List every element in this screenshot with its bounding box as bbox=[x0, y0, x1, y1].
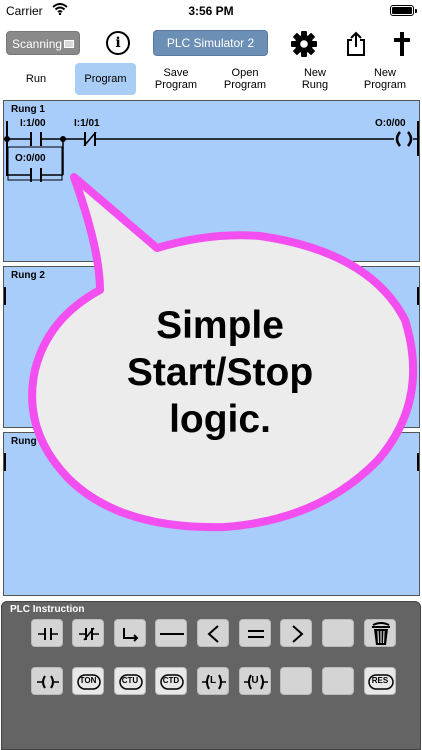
rung-3-right-rail bbox=[417, 453, 419, 471]
simulator-title[interactable]: PLC Simulator 2 bbox=[153, 30, 268, 56]
callout-line-1: Simple bbox=[156, 304, 284, 347]
wire-icon bbox=[160, 633, 184, 635]
mode-bar: Run Program Save Program Open Program Ne… bbox=[0, 63, 422, 95]
rung-2-label: Rung 2 bbox=[11, 270, 45, 281]
run-button[interactable]: Run bbox=[8, 63, 64, 95]
new-rung-label-2: Rung bbox=[301, 79, 329, 91]
callout-text: Simple Start/Stop logic. bbox=[60, 302, 380, 443]
clock: 3:56 PM bbox=[188, 4, 234, 18]
empty-slot-2 bbox=[280, 667, 312, 695]
coil-button[interactable] bbox=[31, 667, 63, 695]
coil-icon bbox=[37, 675, 59, 689]
ton-label: TON bbox=[79, 676, 97, 685]
empty-slot-1 bbox=[322, 619, 354, 647]
branch-button[interactable] bbox=[114, 619, 146, 647]
equal-button[interactable] bbox=[239, 619, 271, 647]
ctd-button[interactable]: CTD bbox=[155, 667, 187, 695]
share-icon[interactable] bbox=[345, 31, 367, 57]
trash-icon bbox=[372, 622, 390, 645]
callout-line-3: logic. bbox=[169, 398, 271, 441]
latch-label: L bbox=[209, 675, 217, 686]
new-program-label-2: Program bbox=[363, 79, 407, 91]
greater-than-icon bbox=[292, 625, 304, 643]
plc-instruction-panel: PLC Instruction TON CTU CTD L U RES bbox=[1, 601, 421, 750]
rung-3-left-rail bbox=[4, 453, 6, 471]
save-program-label-2: Program bbox=[154, 79, 198, 91]
open-program-label-1: Open bbox=[231, 67, 259, 79]
new-program-label-1: New bbox=[373, 67, 396, 79]
run-label: Run bbox=[25, 73, 47, 85]
save-program-button[interactable]: Save Program bbox=[145, 63, 207, 95]
xic-icon bbox=[38, 628, 58, 640]
xio-button[interactable] bbox=[72, 619, 104, 647]
equal-icon bbox=[248, 630, 264, 638]
xio-icon bbox=[79, 627, 99, 641]
gear-icon[interactable] bbox=[290, 30, 318, 58]
res-label: RES bbox=[371, 676, 389, 685]
rung-3-label: Rung 3 bbox=[11, 436, 45, 447]
plc-instruction-title: PLC Instruction bbox=[10, 604, 85, 615]
latch-button[interactable]: L bbox=[197, 667, 229, 695]
ctu-label: CTU bbox=[121, 676, 139, 685]
coil-tag: O:0/00 bbox=[375, 118, 406, 129]
unlatch-button[interactable]: U bbox=[239, 667, 271, 695]
branch-icon bbox=[123, 628, 139, 642]
new-rung-button[interactable]: New Rung bbox=[287, 63, 343, 95]
scanning-indicator-icon bbox=[64, 40, 74, 48]
unlatch-label: U bbox=[251, 675, 259, 686]
scanning-label: Scanning bbox=[12, 37, 63, 51]
branch-contact-tag: O:0/00 bbox=[15, 153, 46, 164]
xic-button[interactable] bbox=[31, 619, 63, 647]
program-label: Program bbox=[84, 73, 127, 85]
xic-branch-contact[interactable] bbox=[29, 168, 43, 182]
ctd-label: CTD bbox=[162, 676, 180, 685]
top-toolbar: Scanning i PLC Simulator 2 bbox=[0, 26, 422, 60]
less-than-button[interactable] bbox=[197, 619, 229, 647]
callout-line-2: Start/Stop bbox=[126, 351, 314, 394]
rung-2-left-rail bbox=[4, 287, 6, 305]
open-program-button[interactable]: Open Program bbox=[214, 63, 276, 95]
scanning-button[interactable]: Scanning bbox=[6, 31, 80, 55]
save-program-label-1: Save bbox=[163, 67, 189, 79]
res-button[interactable]: RES bbox=[364, 667, 396, 695]
ton-button[interactable]: TON bbox=[72, 667, 104, 695]
delete-button[interactable] bbox=[364, 619, 396, 647]
rung-2-right-rail bbox=[417, 287, 419, 305]
battery-icon bbox=[390, 5, 417, 16]
cross-icon[interactable] bbox=[391, 31, 413, 57]
less-than-icon bbox=[207, 625, 219, 643]
new-rung-label-1: New bbox=[303, 67, 326, 79]
xio-contact-2[interactable] bbox=[83, 132, 97, 146]
rung-1[interactable]: Rung 1 I:1/00 I:1/01 O:0/00 O:0/00 bbox=[3, 100, 420, 262]
status-bar: Carrier 3:56 PM bbox=[0, 0, 422, 22]
open-program-label-2: Program bbox=[223, 79, 267, 91]
contact-2-tag: I:1/01 bbox=[74, 118, 100, 129]
program-button[interactable]: Program bbox=[75, 63, 136, 95]
info-button[interactable]: i bbox=[106, 31, 130, 55]
output-coil[interactable] bbox=[393, 131, 415, 147]
empty-slot-3 bbox=[322, 667, 354, 695]
rung-1-ladder bbox=[4, 121, 419, 181]
greater-than-button[interactable] bbox=[280, 619, 312, 647]
wire-button[interactable] bbox=[155, 619, 187, 647]
contact-1-tag: I:1/00 bbox=[20, 118, 46, 129]
xic-contact-1[interactable] bbox=[29, 132, 43, 146]
rung-3[interactable]: Rung 3 bbox=[3, 432, 420, 596]
new-program-button[interactable]: New Program bbox=[355, 63, 415, 95]
ctu-button[interactable]: CTU bbox=[114, 667, 146, 695]
